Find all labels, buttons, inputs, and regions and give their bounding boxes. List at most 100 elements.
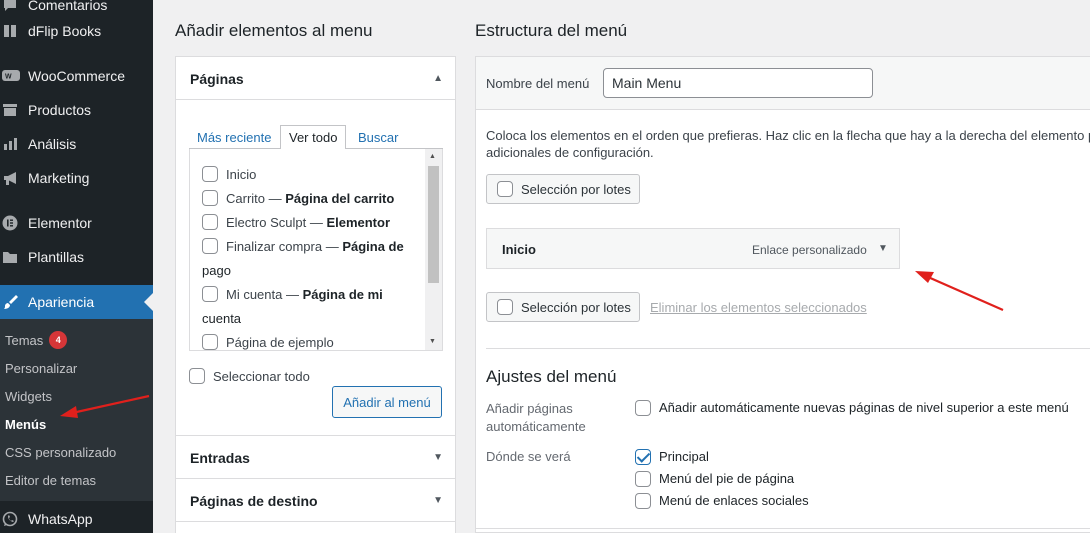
chevron-down-icon[interactable]: ▼ [433,495,443,506]
sidebar-item-marketing[interactable]: Marketing [0,161,153,195]
page-label: Carrito — [226,191,286,206]
submenu-item-label: Menús [5,416,47,432]
sidebar-item-dflip-books[interactable]: dFlip Books [0,14,153,48]
add-items-heading: Añadir elementos al menu [175,21,373,40]
brush-icon [0,293,28,311]
tab-ver-todo[interactable]: Ver todo [280,125,347,150]
woocommerce-icon: W [0,69,28,83]
page-checkbox[interactable] [202,189,218,206]
menu-item-inicio[interactable]: Inicio Enlace personalizado ▼ [486,228,900,269]
book-icon [0,23,28,39]
landing-pages-accordion[interactable]: Páginas de destino ▼ [175,478,456,522]
submenu-item-menus[interactable]: Menús [5,410,46,438]
chevron-up-icon[interactable]: ▲ [433,73,443,84]
bulk-select-button-bottom[interactable]: Selección por lotes [486,292,640,322]
menu-structure-heading: Estructura del menú [475,21,628,40]
list-item[interactable]: Mi cuenta — Página de mi [202,283,422,307]
location-checkbox[interactable] [635,492,651,509]
sidebar-item-label: dFlip Books [28,23,102,39]
menu-settings-title: Ajustes del menú [486,367,617,386]
expand-arrow-icon[interactable]: ▼ [878,243,888,254]
folder-icon [0,249,28,265]
page-label: Inicio [226,167,257,182]
instructions-line-1: Coloca los elementos en el orden que pre… [486,128,1090,143]
auto-add-option[interactable]: Añadir automáticamente nuevas páginas de… [635,399,1069,417]
page-checkbox[interactable] [202,333,218,350]
location-label: Principal [659,449,709,464]
sidebar-item-apariencia[interactable]: Apariencia [0,285,153,319]
scroll-down-arrow-icon[interactable]: ▼ [429,338,436,345]
delete-selected-link[interactable]: Eliminar los elementos seleccionados [650,300,867,315]
megaphone-icon [0,170,28,186]
auto-add-checkbox[interactable] [635,399,651,416]
chevron-down-icon[interactable]: ▼ [433,452,443,463]
page-checkbox[interactable] [202,213,218,230]
bulk-select-checkbox[interactable] [497,299,513,315]
list-item[interactable]: Inicio [202,163,422,187]
submenu-item-css-personalizado[interactable]: CSS personalizado [5,438,116,466]
page-checkbox[interactable] [202,237,218,254]
add-to-menu-button[interactable]: Añadir al menú [332,386,442,418]
select-all-checkbox[interactable] [189,367,205,384]
submenu-item-temas[interactable]: Temas 4 [5,326,68,354]
page-type-label: Página del carrito [285,191,395,206]
location-label: Menú de enlaces sociales [659,493,809,508]
list-item-continuation: pago [202,259,422,283]
sidebar-item-label: Comentarios [28,0,108,13]
update-count-badge: 4 [49,331,68,349]
location-checkbox-checked[interactable] [635,448,651,465]
sidebar-item-plantillas[interactable]: Plantillas [0,240,153,274]
sidebar-item-analisis[interactable]: Análisis [0,127,153,161]
sidebar-item-label: Elementor [28,215,92,231]
list-scrollbar[interactable]: ▲ ▼ [425,149,442,350]
accordion-title: Páginas de destino [190,493,318,509]
scrollbar-thumb[interactable] [428,166,439,283]
sidebar-item-label: Apariencia [28,294,95,310]
sidebar-item-productos[interactable]: Productos [0,93,153,127]
list-item[interactable]: Página de ejemplo [202,331,422,350]
bulk-select-button-top[interactable]: Selección por lotes [486,174,640,204]
page-checkbox[interactable] [202,285,218,302]
tab-buscar[interactable]: Buscar [350,125,406,150]
page-type-label-continued: pago [202,263,231,278]
posts-accordion[interactable]: Entradas ▼ [175,435,456,479]
bulk-select-label: Selección por lotes [521,299,631,315]
tab-mas-reciente[interactable]: Más reciente [189,125,279,150]
sidebar-item-whatsapp[interactable]: WhatsApp [0,502,153,533]
settings-divider [486,348,1090,349]
location-option-social[interactable]: Menú de enlaces sociales [635,492,809,510]
page-checkbox[interactable] [202,165,218,182]
location-option-principal[interactable]: Principal [635,448,709,466]
auto-add-label-line: Añadir páginas [486,401,573,416]
location-checkbox[interactable] [635,470,651,487]
submenu-item-editor-de-temas[interactable]: Editor de temas [5,466,96,494]
scroll-up-arrow-icon[interactable]: ▲ [429,153,436,160]
whatsapp-icon [0,511,28,527]
auto-add-label: Añadir páginas automáticamente [486,400,586,436]
submenu-item-widgets[interactable]: Widgets [5,382,52,410]
pages-accordion-header[interactable]: Páginas ▲ [176,57,455,100]
list-item-continuation: cuenta [202,307,422,331]
list-item[interactable]: Finalizar compra — Página de [202,235,422,259]
menu-name-label: Nombre del menú [486,76,590,91]
instructions-line-2: adicionales de configuración. [486,145,654,160]
locations-label: Dónde se verá [486,449,571,464]
select-all-row[interactable]: Seleccionar todo [189,367,310,386]
sidebar-item-label: WhatsApp [28,511,93,527]
admin-sidebar: Comentarios dFlip Books W WooCommerce Pr… [0,0,153,533]
sidebar-item-woocommerce[interactable]: W WooCommerce [0,59,153,93]
submenu-item-label: Temas [5,332,44,348]
bulk-select-checkbox[interactable] [497,181,513,197]
page-type-label-continued: cuenta [202,311,242,326]
sidebar-item-elementor[interactable]: Elementor [0,206,153,240]
page-label: Mi cuenta — [226,287,303,302]
menu-name-input[interactable]: Main Menu [603,68,873,98]
submenu-item-label: Personalizar [5,360,78,376]
list-item[interactable]: Carrito — Página del carrito [202,187,422,211]
page-type-label: Página de [342,239,404,254]
list-item[interactable]: Electro Sculpt — Elementor [202,211,422,235]
submenu-item-personalizar[interactable]: Personalizar [5,354,77,382]
comment-icon [0,0,28,13]
location-option-footer[interactable]: Menú del pie de página [635,470,794,488]
sidebar-item-label: Análisis [28,136,77,152]
